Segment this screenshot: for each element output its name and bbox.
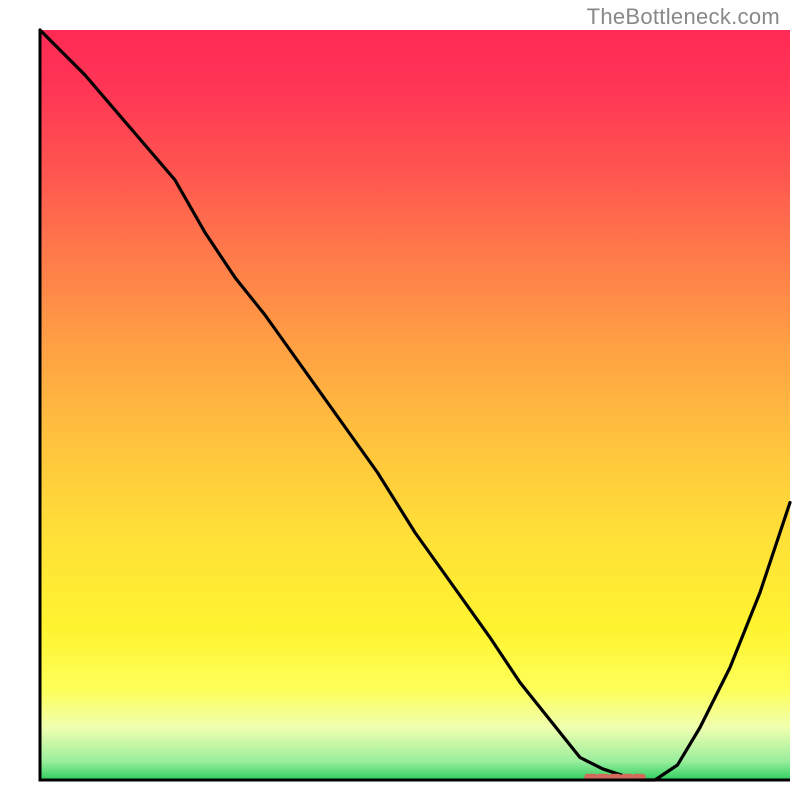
watermark-text: TheBottleneck.com <box>587 4 780 30</box>
chart-svg <box>0 0 800 800</box>
chart-background <box>40 30 790 780</box>
root: TheBottleneck.com <box>0 0 800 800</box>
